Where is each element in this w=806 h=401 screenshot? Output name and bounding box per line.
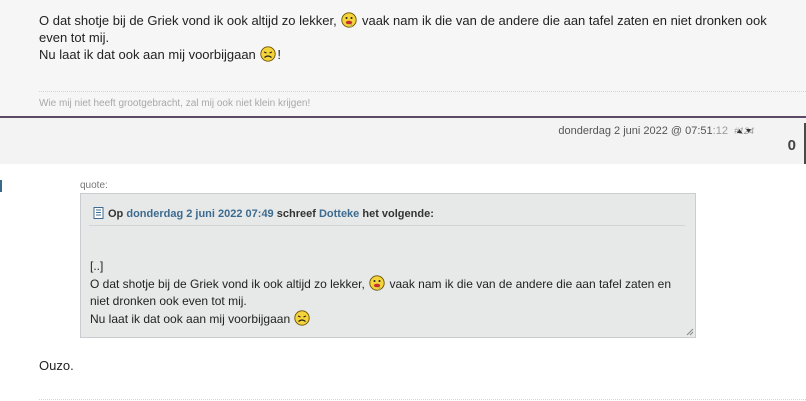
post-timestamp: donderdag 2 juni 2022 @ 07:51:12 #124 xyxy=(558,125,754,137)
post-previous: O dat shotje bij de Griek vond ik ook al… xyxy=(0,0,806,117)
signature-separator xyxy=(39,399,806,400)
quote-ellipsis: [..] xyxy=(90,259,104,273)
quote-separator xyxy=(89,225,685,226)
vote-arrows-icon[interactable] xyxy=(736,127,752,135)
reply-text: Ouzo. xyxy=(39,358,74,373)
document-icon xyxy=(93,207,104,219)
quote-text: O dat shotje bij de Griek vond ik ook al… xyxy=(90,277,365,291)
post-meta-bar: donderdag 2 juni 2022 @ 07:51:12 #124 0 xyxy=(0,118,806,164)
post-marker xyxy=(0,180,2,192)
drool-smiley-icon xyxy=(341,12,357,28)
post-text: Nu laat ik dat ook aan mij voorbijgaan xyxy=(39,47,256,62)
quote-header: Op donderdag 2 juni 2022 07:49 schreef D… xyxy=(93,207,434,220)
quote-suffix: het volgende: xyxy=(362,208,434,220)
quote-wrote: schreef xyxy=(276,208,316,220)
signature: Wie mij niet heeft grootgebracht, zal mi… xyxy=(39,98,311,109)
sad-smiley-icon xyxy=(294,310,311,326)
signature-separator xyxy=(39,91,806,92)
quote-date-link[interactable]: donderdag 2 juni 2022 07:49 xyxy=(126,208,273,220)
drool-smiley-icon xyxy=(369,275,385,291)
quote-label: quote: xyxy=(80,180,108,191)
quote-body: [..] O dat shotje bij de Griek vond ik o… xyxy=(90,258,686,328)
post-current: quote: Op donderdag 2 juni 2022 07:49 sc… xyxy=(0,164,806,401)
post-body: O dat shotje bij de Griek vond ik ook al… xyxy=(39,12,779,63)
post-score: 0 xyxy=(787,137,796,154)
sad-smiley-icon xyxy=(260,46,277,62)
quote-prefix: Op xyxy=(108,208,124,220)
quote-author-link[interactable]: Dotteke xyxy=(319,208,359,220)
score-box: 0 xyxy=(782,123,806,164)
resize-handle-icon[interactable] xyxy=(686,328,694,336)
post-text: ! xyxy=(277,47,282,62)
post-seconds: :12 xyxy=(712,125,728,137)
post-text: O dat shotje bij de Griek vond ik ook al… xyxy=(39,13,337,28)
quote-text: Nu laat ik dat ook aan mij voorbijgaan xyxy=(90,312,291,326)
quote-block: Op donderdag 2 juni 2022 07:49 schreef D… xyxy=(80,193,696,338)
post-datetime[interactable]: donderdag 2 juni 2022 @ 07:51 xyxy=(558,125,712,137)
